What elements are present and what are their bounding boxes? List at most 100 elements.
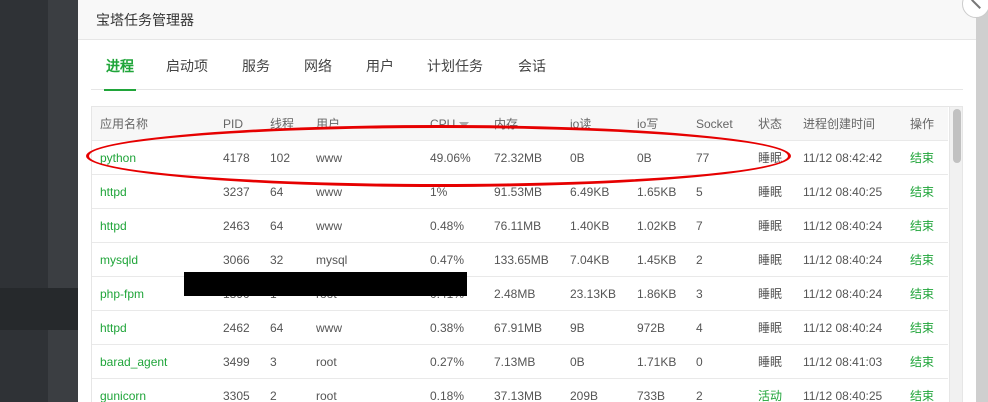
mem-cell: 133.65MB [494, 253, 549, 267]
io-read-cell: 7.04KB [570, 253, 610, 267]
end-process-button[interactable]: 结束 [910, 243, 934, 277]
tab-sessions[interactable]: 会话 [518, 42, 546, 90]
user-cell: root [316, 355, 337, 369]
threads-cell: 64 [270, 219, 284, 233]
process-name[interactable]: mysqld [100, 243, 138, 277]
col-cpu-label: CPU [430, 117, 456, 131]
user-cell: root [316, 389, 337, 402]
socket-cell: 2 [696, 389, 703, 402]
process-name[interactable]: httpd [100, 311, 127, 345]
table-scrollbar[interactable] [949, 107, 962, 402]
threads-cell: 2 [270, 389, 277, 402]
process-name[interactable]: httpd [100, 209, 127, 243]
mem-cell: 7.13MB [494, 355, 536, 369]
col-created-header[interactable]: 进程创建时间 [803, 107, 875, 141]
threads-cell: 102 [270, 151, 291, 165]
col-pid-header[interactable]: PID [223, 107, 243, 141]
threads-cell: 64 [270, 185, 284, 199]
mem-cell: 37.13MB [494, 389, 543, 402]
threads-cell: 3 [270, 355, 277, 369]
background-right-edge [976, 0, 988, 402]
end-process-button[interactable]: 结束 [910, 209, 934, 243]
pid-cell: 4178 [223, 151, 250, 165]
tab-startup[interactable]: 启动项 [166, 42, 208, 90]
col-io-read-header[interactable]: io读 [570, 107, 591, 141]
sort-down-icon [459, 121, 470, 128]
col-socket-header[interactable]: Socket [696, 107, 733, 141]
mem-cell: 67.91MB [494, 321, 543, 335]
process-name[interactable]: barad_agent [100, 345, 167, 379]
io-read-cell: 6.49KB [570, 185, 610, 199]
tab-processes[interactable]: 进程 [104, 42, 136, 91]
tab-scheduled-tasks[interactable]: 计划任务 [427, 42, 483, 90]
background-sidebar-band [0, 288, 78, 330]
col-mem-header[interactable]: 内存 [494, 107, 518, 141]
table-row: barad_agent 3499 3 root 0.27% 7.13MB 0B … [92, 345, 948, 379]
io-write-cell: 1.65KB [637, 185, 677, 199]
pid-cell: 3499 [223, 355, 250, 369]
col-cpu-header[interactable]: CPU [430, 107, 470, 141]
table-row: gunicorn 3305 2 root 0.18% 37.13MB 209B … [92, 379, 948, 402]
col-threads-header[interactable]: 线程 [270, 107, 294, 141]
cpu-cell: 0.27% [430, 355, 465, 369]
status-cell: 睡眠 [758, 355, 783, 369]
pid-cell: 2463 [223, 219, 250, 233]
socket-cell: 0 [696, 355, 703, 369]
socket-cell: 4 [696, 321, 703, 335]
io-read-cell: 0B [570, 355, 585, 369]
user-cell: www [316, 151, 342, 165]
status-cell: 活动 [758, 389, 783, 402]
process-name[interactable]: python [100, 141, 136, 175]
table-row: httpd 2462 64 www 0.38% 67.91MB 9B 972B … [92, 311, 948, 345]
mem-cell: 72.32MB [494, 151, 543, 165]
end-process-button[interactable]: 结束 [910, 277, 934, 311]
col-action-header: 操作 [910, 117, 935, 131]
io-read-cell: 23.13KB [570, 287, 617, 301]
process-table: 应用名称 PID 线程 用户 CPU 内存 io读 io写 Socket 状态 … [91, 106, 963, 402]
status-cell: 睡眠 [758, 321, 783, 335]
background-sidebar [0, 0, 78, 402]
io-read-cell: 9B [570, 321, 585, 335]
created-cell: 11/12 08:40:24 [803, 287, 883, 301]
pid-cell: 3305 [223, 389, 250, 402]
status-cell: 睡眠 [758, 287, 783, 301]
col-io-write-header[interactable]: io写 [637, 107, 658, 141]
tab-network[interactable]: 网络 [304, 42, 332, 90]
end-process-button[interactable]: 结束 [910, 379, 934, 402]
io-read-cell: 0B [570, 151, 585, 165]
io-write-cell: 0B [637, 151, 652, 165]
col-status-header[interactable]: 状态 [758, 107, 782, 141]
io-write-cell: 733B [637, 389, 666, 402]
socket-cell: 5 [696, 185, 703, 199]
col-name-header[interactable]: 应用名称 [100, 107, 148, 141]
io-write-cell: 1.02KB [637, 219, 677, 233]
tab-users[interactable]: 用户 [366, 42, 394, 90]
end-process-button[interactable]: 结束 [910, 311, 934, 345]
table-row: httpd 2463 64 www 0.48% 76.11MB 1.40KB 1… [92, 209, 948, 243]
tab-bar: 进程 启动项 服务 网络 用户 计划任务 会话 [91, 42, 963, 91]
process-name[interactable]: php-fpm [100, 277, 144, 311]
end-process-button[interactable]: 结束 [910, 175, 934, 209]
end-process-button[interactable]: 结束 [910, 345, 934, 379]
status-cell: 睡眠 [758, 185, 783, 199]
tab-services[interactable]: 服务 [242, 42, 270, 90]
table-header: 应用名称 PID 线程 用户 CPU 内存 io读 io写 Socket 状态 … [92, 107, 948, 141]
io-read-cell: 209B [570, 389, 599, 402]
col-user-header[interactable]: 用户 [316, 107, 340, 141]
dialog-title: 宝塔任务管理器 [78, 0, 976, 40]
cpu-cell: 0.38% [430, 321, 465, 335]
process-name[interactable]: httpd [100, 175, 127, 209]
end-process-button[interactable]: 结束 [910, 141, 934, 175]
user-cell: www [316, 185, 342, 199]
background-panel-edge [48, 0, 78, 402]
socket-cell: 2 [696, 253, 703, 267]
cpu-cell: 0.48% [430, 219, 465, 233]
process-name[interactable]: gunicorn [100, 379, 146, 402]
created-cell: 11/12 08:40:24 [803, 219, 883, 233]
io-write-cell: 1.45KB [637, 253, 677, 267]
user-cell: www [316, 321, 342, 335]
scrollbar-thumb[interactable] [953, 109, 961, 163]
table-row: python 4178 102 www 49.06% 72.32MB 0B 0B… [92, 141, 948, 175]
socket-cell: 3 [696, 287, 703, 301]
socket-cell: 7 [696, 219, 703, 233]
